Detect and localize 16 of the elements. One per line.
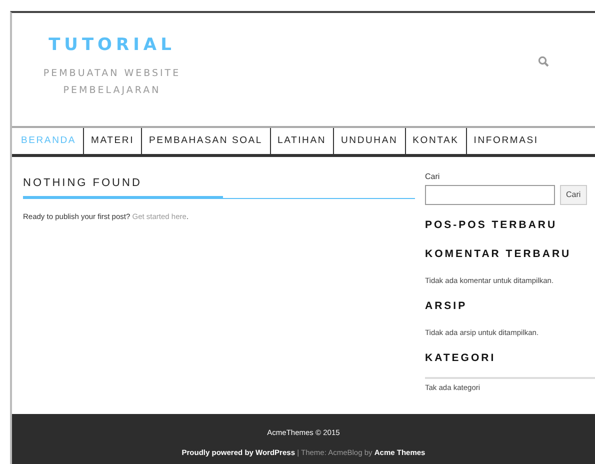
search-icon[interactable]	[538, 56, 549, 67]
widget-title: KOMENTAR TERBARU	[425, 246, 572, 262]
nav-tab[interactable]: LATIHAN	[270, 128, 334, 154]
page-heading: NOTHING FOUND	[23, 176, 143, 191]
search-button[interactable]: Cari	[560, 185, 587, 205]
widget-title: KATEGORI	[425, 350, 497, 366]
nav-tab[interactable]: UNDUHAN	[333, 128, 405, 154]
nav-tab[interactable]: PEMBAHASAN SOAL	[141, 128, 270, 154]
nav-tab[interactable]: INFORMASI	[466, 128, 546, 154]
site-tagline: PEMBUATAN WEBSITE PEMBELAJARAN	[42, 67, 182, 98]
nav-tab[interactable]: KONTAK	[404, 128, 466, 154]
widget-title: ARSIP	[425, 298, 468, 314]
widget-title: POS-POS TERBARU	[425, 218, 558, 233]
search-label: Cari	[425, 171, 441, 183]
nav-tab[interactable]: MATERI	[83, 128, 142, 154]
search-field[interactable]	[425, 185, 555, 205]
